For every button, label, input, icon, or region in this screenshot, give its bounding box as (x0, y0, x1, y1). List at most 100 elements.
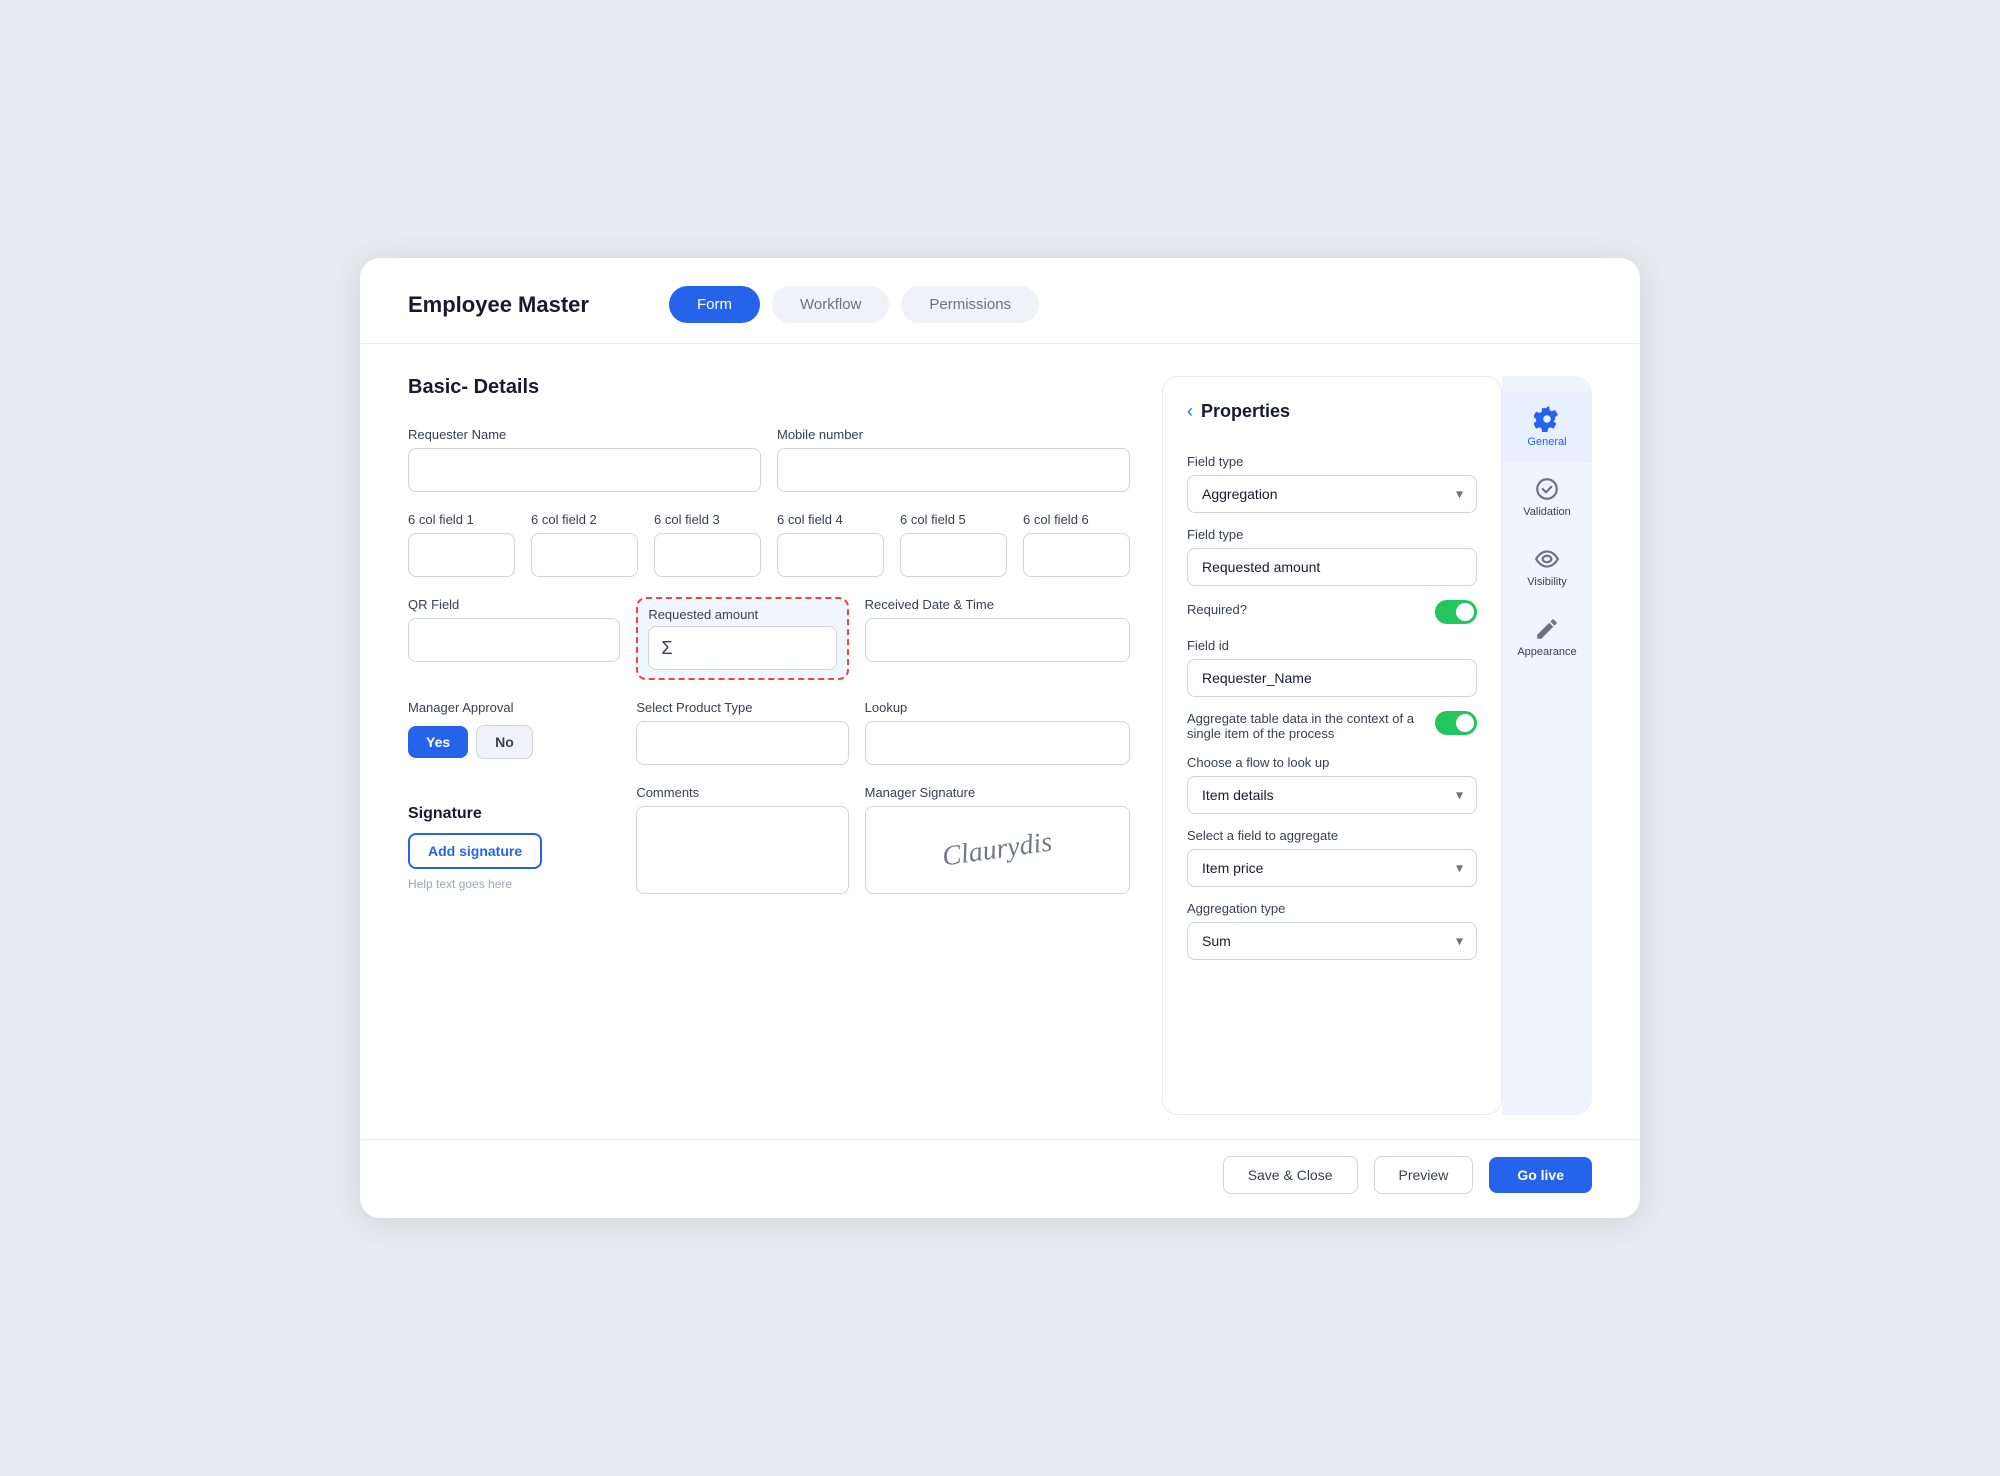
select-product-label: Select Product Type (636, 700, 848, 715)
received-date-label: Received Date & Time (865, 597, 1130, 612)
lookup-label: Lookup (865, 700, 1130, 715)
approval-buttons: Yes No (408, 725, 620, 759)
go-live-button[interactable]: Go live (1489, 1157, 1592, 1193)
field-type-select-wrapper: Aggregation ▾ (1187, 475, 1477, 513)
comments-label: Comments (636, 785, 848, 800)
help-text: Help text goes here (408, 877, 620, 891)
requester-name-field: Requester Name (408, 427, 761, 492)
field-type-label: Field type (1187, 454, 1477, 469)
col1-label: 6 col field 1 (408, 512, 515, 527)
appearance-icon (1534, 616, 1560, 642)
col2-input[interactable] (531, 533, 638, 577)
select-aggregate-label: Select a field to aggregate (1187, 828, 1477, 843)
validation-icon (1534, 476, 1560, 502)
row-approval-product-lookup: Manager Approval Yes No Select Product T… (408, 700, 1130, 765)
signature-area: Signature Add signature Help text goes h… (408, 785, 620, 891)
tab-workflow[interactable]: Workflow (772, 286, 889, 323)
app-title: Employee Master (408, 292, 589, 318)
col3-field: 6 col field 3 (654, 512, 761, 577)
flow-label: Choose a flow to look up (1187, 755, 1477, 770)
col5-label: 6 col field 5 (900, 512, 1007, 527)
row-requester-mobile: Requester Name Mobile number (408, 427, 1130, 492)
tab-permissions[interactable]: Permissions (901, 286, 1039, 323)
signature-display: Claurydis (940, 826, 1054, 873)
no-button[interactable]: No (476, 725, 533, 759)
col3-input[interactable] (654, 533, 761, 577)
flow-select[interactable]: Item details (1187, 776, 1477, 814)
aggregation-type-select[interactable]: Sum (1187, 922, 1477, 960)
manager-signature-field: Manager Signature Claurydis (865, 785, 1130, 894)
sidebar-appearance-label: Appearance (1517, 646, 1576, 658)
requested-amount-sigma: Σ (648, 626, 836, 670)
requested-amount-selected-field: Requested amount Σ (636, 597, 848, 680)
col4-label: 6 col field 4 (777, 512, 884, 527)
qr-field: QR Field (408, 597, 620, 662)
col5-input[interactable] (900, 533, 1007, 577)
select-product-field: Select Product Type (636, 700, 848, 765)
lookup-input[interactable] (865, 721, 1130, 765)
section-title: Basic- Details (408, 376, 1130, 399)
content-area: Basic- Details Requester Name Mobile num… (360, 344, 1640, 1139)
form-section: Basic- Details Requester Name Mobile num… (408, 376, 1130, 1115)
sidebar-item-validation[interactable]: Validation (1502, 462, 1592, 532)
sidebar-validation-label: Validation (1523, 506, 1571, 518)
sidebar-visibility-label: Visibility (1527, 576, 1567, 588)
col2-field: 6 col field 2 (531, 512, 638, 577)
sidebar-item-visibility[interactable]: Visibility (1502, 532, 1592, 602)
required-toggle[interactable] (1435, 600, 1477, 624)
header: Employee Master Form Workflow Permission… (360, 258, 1640, 344)
aggregate-field-select[interactable]: Item price (1187, 849, 1477, 887)
aggregate-table-row: Aggregate table data in the context of a… (1187, 711, 1477, 741)
field-name-label: Field type (1187, 527, 1477, 542)
manager-approval-label: Manager Approval (408, 700, 620, 715)
back-button[interactable]: ‹ (1187, 401, 1193, 422)
mobile-number-label: Mobile number (777, 427, 1130, 442)
requester-name-label: Requester Name (408, 427, 761, 442)
sidebar-item-general[interactable]: General (1502, 392, 1592, 462)
tab-form[interactable]: Form (669, 286, 760, 323)
aggregate-field-select-wrapper: Item price ▾ (1187, 849, 1477, 887)
preview-button[interactable]: Preview (1374, 1156, 1474, 1194)
required-row: Required? (1187, 600, 1477, 624)
requested-amount-wrapper[interactable]: Requested amount Σ (636, 597, 848, 680)
col4-input[interactable] (777, 533, 884, 577)
add-signature-button[interactable]: Add signature (408, 833, 542, 869)
manager-signature-label: Manager Signature (865, 785, 1130, 800)
col6-input[interactable] (1023, 533, 1130, 577)
row-6col: 6 col field 1 6 col field 2 6 col field … (408, 512, 1130, 577)
mobile-number-input[interactable] (777, 448, 1130, 492)
properties-title: Properties (1201, 401, 1290, 422)
manager-approval-field: Manager Approval Yes No (408, 700, 620, 759)
comments-input[interactable] (636, 806, 848, 894)
requested-amount-selected-label: Requested amount (648, 607, 836, 622)
signature-section: Signature Add signature Help text goes h… (408, 805, 620, 891)
col6-label: 6 col field 6 (1023, 512, 1130, 527)
properties-panel: ‹ Properties Field type Aggregation ▾ Fi… (1162, 376, 1502, 1115)
properties-header: ‹ Properties (1187, 401, 1477, 422)
aggregate-table-label: Aggregate table data in the context of a… (1187, 711, 1425, 741)
received-date-input[interactable] (865, 618, 1130, 662)
field-type-select[interactable]: Aggregation (1187, 475, 1477, 513)
select-product-input[interactable] (636, 721, 848, 765)
aggregation-type-select-wrapper: Sum ▾ (1187, 922, 1477, 960)
right-panel: ‹ Properties Field type Aggregation ▾ Fi… (1162, 376, 1592, 1115)
field-id-input[interactable] (1187, 659, 1477, 697)
manager-signature-box: Claurydis (865, 806, 1130, 894)
nav-tabs: Form Workflow Permissions (669, 286, 1039, 323)
yes-button[interactable]: Yes (408, 726, 468, 758)
mobile-number-field: Mobile number (777, 427, 1130, 492)
qr-input[interactable] (408, 618, 620, 662)
flow-select-wrapper: Item details ▾ (1187, 776, 1477, 814)
received-date-field: Received Date & Time (865, 597, 1130, 662)
qr-label: QR Field (408, 597, 620, 612)
required-label: Required? (1187, 602, 1247, 617)
requester-name-input[interactable] (408, 448, 761, 492)
sidebar-item-appearance[interactable]: Appearance (1502, 602, 1592, 672)
col4-field: 6 col field 4 (777, 512, 884, 577)
col5-field: 6 col field 5 (900, 512, 1007, 577)
col1-input[interactable] (408, 533, 515, 577)
field-name-input[interactable] (1187, 548, 1477, 586)
save-close-button[interactable]: Save & Close (1223, 1156, 1358, 1194)
aggregate-toggle[interactable] (1435, 711, 1477, 735)
row-sig-comments-mansig: Signature Add signature Help text goes h… (408, 785, 1130, 894)
